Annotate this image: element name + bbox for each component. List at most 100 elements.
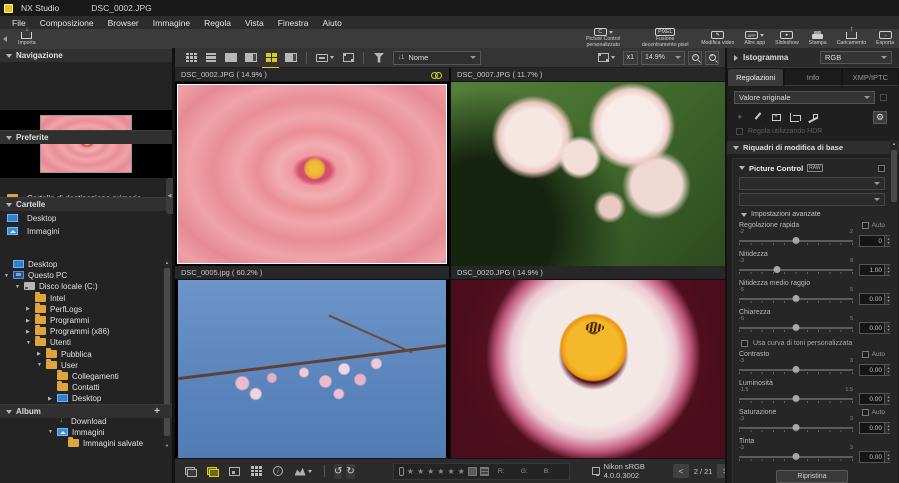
slider-thumb[interactable] — [793, 424, 800, 431]
tab-regolazioni[interactable]: Regolazioni — [727, 68, 784, 86]
settings-gear-icon[interactable]: ⚙ — [873, 111, 887, 124]
slider-track[interactable] — [739, 237, 853, 246]
value-input[interactable]: 0 — [859, 235, 885, 247]
photo-image[interactable] — [451, 280, 725, 458]
auto-checkbox[interactable] — [862, 222, 869, 229]
photo-cell-1[interactable]: DSC_0002.JPG ( 14.9% ) — [175, 68, 449, 266]
value-input[interactable]: 1.00 — [859, 264, 885, 276]
tree-item-contatti[interactable]: Contatti — [0, 382, 163, 393]
previous-image-button[interactable]: < — [673, 464, 689, 478]
slider-thumb[interactable] — [793, 366, 800, 373]
import-button[interactable]: Importa — [13, 29, 41, 48]
protect-badge-icon[interactable] — [468, 467, 477, 476]
auto-checkbox[interactable] — [862, 409, 869, 416]
star-icon[interactable]: ★ — [447, 467, 454, 476]
zoom-in-button[interactable]: + — [705, 51, 719, 65]
slider-thumb[interactable] — [793, 295, 800, 302]
thumbnail-grid-view-button[interactable] — [181, 50, 201, 66]
tree-item-perflogs[interactable]: ▶PerfLogs — [0, 304, 163, 315]
photo-image[interactable] — [175, 280, 449, 458]
zoom-level-select[interactable]: 14.9% — [641, 51, 685, 65]
tree-item-disco-locale[interactable]: ▼Disco locale (C:) — [0, 281, 163, 292]
slider-track[interactable] — [739, 324, 853, 333]
tree-item-programmi[interactable]: ▶Programmi — [0, 315, 163, 326]
zoom-out-button[interactable]: − — [688, 51, 702, 65]
custom-curve-checkbox[interactable] — [741, 340, 748, 347]
value-input[interactable]: 0.00 — [859, 422, 885, 434]
tab-xmp-iptc[interactable]: XMP/IPTC — [842, 68, 899, 86]
slider-track[interactable] — [739, 395, 853, 404]
hdr-checkbox[interactable] — [736, 128, 743, 135]
expand-arrow-icon[interactable]: ▶ — [37, 351, 46, 357]
folders-panel-header[interactable]: Cartelle — [0, 197, 172, 211]
auto-retouch-icon[interactable]: ✦ — [736, 112, 744, 123]
menu-composizione[interactable]: Composizione — [33, 16, 101, 29]
tree-item-intel[interactable]: Intel — [0, 293, 163, 304]
menu-vista[interactable]: Vista — [238, 16, 271, 29]
slider-thumb[interactable] — [793, 237, 800, 244]
slider-track[interactable] — [739, 424, 853, 433]
expand-arrow-icon[interactable]: ▶ — [26, 306, 35, 312]
tab-info[interactable]: Info — [784, 68, 841, 86]
scroll-down-icon[interactable]: ▼ — [164, 442, 170, 449]
value-input[interactable]: 0.00 — [859, 364, 885, 376]
retouch-brush-icon[interactable] — [753, 112, 763, 122]
slider-thumb[interactable] — [793, 395, 800, 402]
base-edit-section-header[interactable]: Riquadri di modifica di base — [727, 141, 899, 154]
sidebar-splitter-handle[interactable]: ◀ — [166, 178, 173, 214]
print-button[interactable]: Stampa — [804, 29, 832, 48]
show-thumbnails-button[interactable] — [181, 463, 199, 479]
value-input[interactable]: 0.00 — [859, 322, 885, 334]
photo-cell-2[interactable]: DSC_0007.JPG ( 11.7% ) — [451, 68, 725, 266]
tree-item-user[interactable]: ▼User — [0, 360, 163, 371]
star-icon[interactable]: ★ — [417, 467, 424, 476]
color-control-point-icon[interactable]: + — [772, 114, 781, 121]
show-all-button-active[interactable] — [203, 463, 221, 479]
show-histogram-button[interactable] — [291, 463, 315, 479]
right-panel-scrollbar[interactable]: ▲ ▼ — [890, 140, 898, 483]
expand-arrow-icon[interactable]: ▼ — [48, 429, 57, 435]
channel-select[interactable]: RGB — [820, 51, 892, 64]
star-icon[interactable]: ★ — [407, 467, 414, 476]
fit-to-screen-button[interactable] — [594, 50, 620, 66]
menu-finestra[interactable]: Finestra — [271, 16, 316, 29]
tree-item-immagini[interactable]: ▼Immagini — [0, 427, 163, 438]
slider-track[interactable] — [739, 266, 853, 275]
rotate-right-button[interactable]: ↻ — [346, 464, 354, 479]
rotate-left-button[interactable]: ↺ — [334, 464, 342, 479]
second-window-button[interactable] — [312, 50, 338, 66]
add-album-button[interactable]: + — [154, 406, 160, 417]
star-icon[interactable]: ★ — [427, 467, 434, 476]
tree-item-programmi-x86[interactable]: ▶Programmi (x86) — [0, 326, 163, 337]
expand-arrow-icon[interactable]: ▼ — [4, 273, 13, 279]
export-button[interactable]: → Esporta — [871, 29, 899, 48]
image-filmstrip-view-button[interactable] — [241, 50, 261, 66]
filter-button[interactable] — [369, 50, 389, 66]
tree-item-questo-pc[interactable]: ▼Questo PC — [0, 270, 163, 281]
tree-item-immagini-salvate[interactable]: Immagini salvate — [0, 438, 163, 449]
photo-image-selected[interactable] — [175, 82, 449, 266]
auto-checkbox[interactable] — [862, 351, 869, 358]
scrollbar-thumb[interactable] — [891, 150, 897, 202]
expand-arrow-icon[interactable]: ▼ — [37, 362, 46, 368]
other-apps-button[interactable]: APP Altre app — [739, 29, 770, 48]
show-grid-button[interactable] — [247, 463, 265, 479]
slider-track[interactable] — [739, 295, 853, 304]
preset-checkbox[interactable] — [880, 94, 887, 101]
value-input[interactable]: 0.00 — [859, 293, 885, 305]
slider-thumb[interactable] — [773, 266, 780, 273]
image-view-button[interactable] — [221, 50, 241, 66]
zoom-1to1-button[interactable]: x1 — [623, 51, 638, 65]
picture-control-select[interactable] — [739, 177, 885, 190]
expand-arrow-icon[interactable]: ▼ — [15, 284, 24, 290]
straighten-icon[interactable] — [808, 113, 818, 122]
navigation-preview[interactable] — [0, 110, 172, 178]
advanced-settings-header[interactable]: Impostazioni avanzate — [741, 211, 885, 218]
expand-arrow-icon[interactable]: ▶ — [26, 318, 35, 324]
tree-item-desktop[interactable]: Desktop — [0, 259, 163, 270]
menu-aiuto[interactable]: Aiuto — [316, 16, 349, 29]
slider-track[interactable] — [739, 453, 853, 462]
slider-thumb[interactable] — [793, 324, 800, 331]
thumbnail-list-view-button[interactable] — [201, 50, 221, 66]
favorite-desktop[interactable]: Desktop — [0, 212, 172, 225]
